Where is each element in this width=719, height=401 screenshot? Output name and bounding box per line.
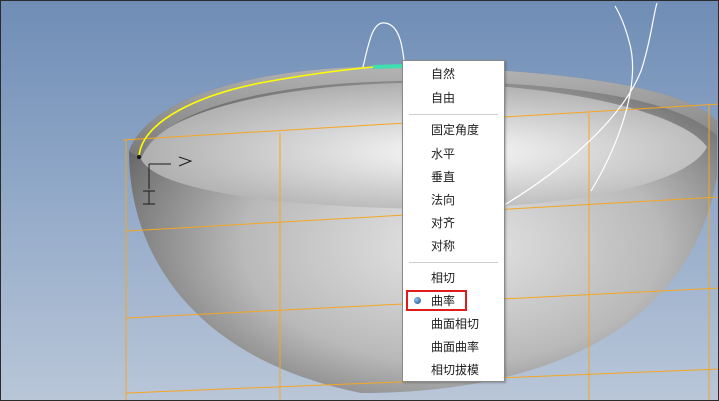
selection-segment[interactable] [372,64,406,69]
menu-item-fixed-angle[interactable]: 固定角度 [404,119,503,141]
menu-item-align[interactable]: 对齐 [404,212,503,234]
menu-separator [409,114,498,115]
menu-separator [409,262,498,263]
menu-item-tangent[interactable]: 相切 [404,267,503,289]
menu-item-vertical[interactable]: 垂直 [404,166,503,188]
context-menu: 自然 自由 固定角度 水平 垂直 法向 对齐 对称 相切 曲率 曲面相切 曲面曲… [402,60,505,382]
menu-item-natural[interactable]: 自然 [404,63,503,85]
menu-item-free[interactable]: 自由 [404,87,503,109]
menu-item-normal[interactable]: 法向 [404,189,503,211]
menu-item-horizontal[interactable]: 水平 [404,143,503,165]
menu-item-symmetric[interactable]: 对称 [404,235,503,257]
menu-item-surface-tangent[interactable]: 曲面相切 [404,313,503,335]
3d-viewport[interactable] [0,0,719,401]
highlight-box [406,290,467,311]
model-scene[interactable] [1,1,719,401]
menu-item-surface-curvature[interactable]: 曲面曲率 [404,336,503,358]
menu-item-tangent-draft[interactable]: 相切拔模 [404,359,503,381]
